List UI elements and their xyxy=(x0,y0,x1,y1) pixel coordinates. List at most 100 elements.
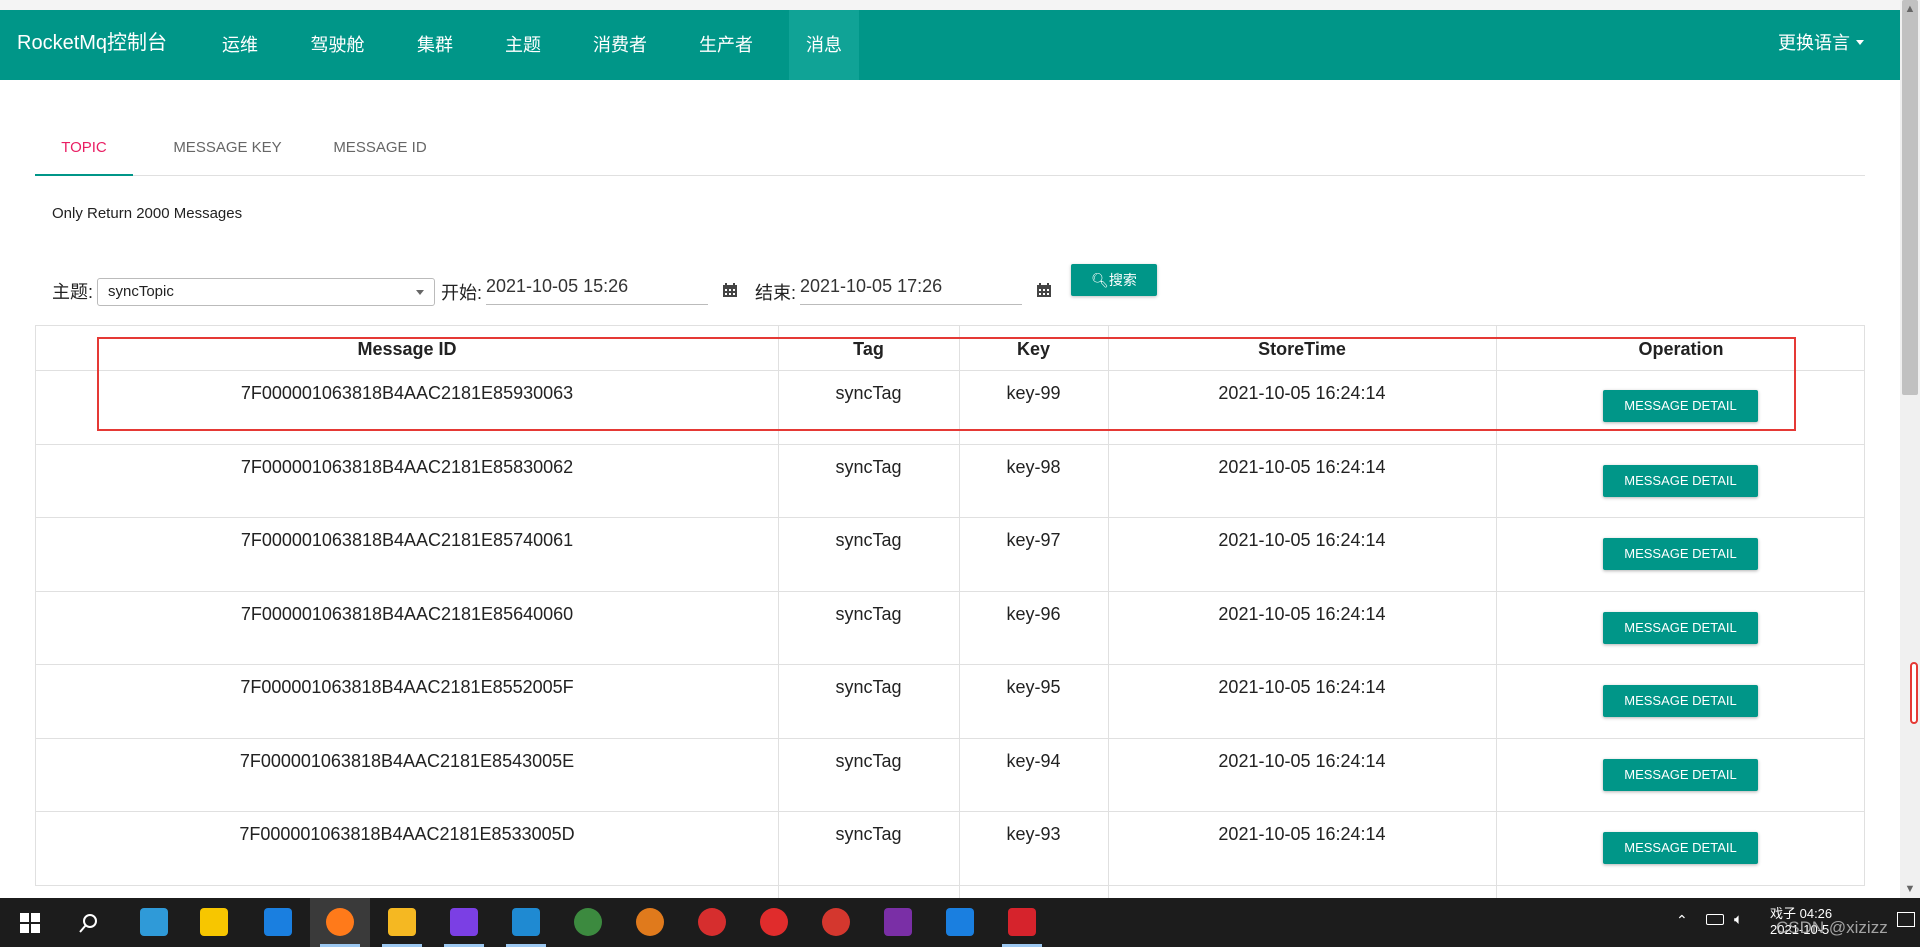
topic-select[interactable]: syncTopic xyxy=(97,278,435,306)
search-tabs: TOPIC MESSAGE KEY MESSAGE ID xyxy=(35,130,1865,176)
storetime-cell: 2021-10-05 16:24:14 xyxy=(1218,456,1386,477)
battery-icon[interactable] xyxy=(1706,914,1724,925)
message-detail-button[interactable]: MESSAGE DETAIL xyxy=(1603,685,1758,717)
storetime-cell: 2021-10-05 16:24:14 xyxy=(1218,603,1386,624)
tag-cell: syncTag xyxy=(835,824,902,844)
topic-select-value: syncTopic xyxy=(108,283,174,300)
message-detail-button[interactable]: MESSAGE DETAIL xyxy=(1603,464,1758,497)
message-detail-button[interactable]: MESSAGE DETAIL xyxy=(1603,390,1758,422)
windows-taskbar: ⌃ 🔈︎ 戏子 04:26 2021-10-5 CSDN @xizizz xyxy=(0,898,1920,947)
windows-start-icon[interactable] xyxy=(20,913,40,933)
table-row: 7F000001063818B4AAC2181E85640060 syncTag… xyxy=(36,592,1864,665)
message-id-cell: 7F000001063818B4AAC2181E8552005F xyxy=(240,677,574,697)
nav-item-consumer[interactable]: 消费者 xyxy=(580,10,660,80)
key-cell: key-95 xyxy=(1006,677,1061,697)
navbar: RocketMq控制台 运维 驾驶舱 集群 主题 消费者 生产者 消息 更换语言 xyxy=(0,10,1900,80)
notice-text: Only Return 2000 Messages xyxy=(52,205,243,222)
table-header: Message ID Tag Key StoreTime Operation xyxy=(36,326,1864,371)
message-id-cell: 7F000001063818B4AAC2181E85740061 xyxy=(240,530,574,550)
vscode-icon[interactable] xyxy=(512,908,540,936)
start-label: 开始: xyxy=(441,283,483,303)
table-row: 7F000001063818B4AAC2181E8533005D syncTag… xyxy=(36,812,1864,886)
language-dropdown[interactable]: 更换语言 xyxy=(1778,10,1864,80)
tab-topic[interactable]: TOPIC xyxy=(35,130,133,176)
tray-chevron-up-icon[interactable]: ⌃ xyxy=(1676,912,1688,929)
csdn-watermark: CSDN @xizizz xyxy=(1776,918,1888,937)
end-label: 结束: xyxy=(755,283,797,303)
start-time-input[interactable]: 2021-10-05 15:26 xyxy=(486,271,708,305)
nav-item-cluster[interactable]: 集群 xyxy=(400,10,470,80)
tab-message-key[interactable]: MESSAGE KEY xyxy=(155,130,300,176)
col-header-storetime: StoreTime xyxy=(1258,339,1346,359)
brand-logo[interactable]: RocketMq控制台 xyxy=(17,10,167,80)
file-explorer-icon[interactable] xyxy=(388,908,416,936)
message-detail-button[interactable]: MESSAGE DETAIL xyxy=(1603,758,1758,791)
volume-icon[interactable]: 🔈︎ xyxy=(1734,911,1743,928)
snail-app-icon[interactable] xyxy=(822,908,850,936)
search-icon[interactable] xyxy=(78,912,100,934)
key-cell: key-99 xyxy=(1006,383,1061,403)
wps-icon[interactable] xyxy=(1008,908,1036,936)
scrollbar-thumb[interactable] xyxy=(1902,0,1918,395)
end-time-input[interactable]: 2021-10-05 17:26 xyxy=(800,271,1022,305)
top-strip xyxy=(0,0,1900,10)
tag-cell: syncTag xyxy=(835,456,902,477)
app-icon[interactable] xyxy=(140,908,168,936)
nav-item-message[interactable]: 消息 xyxy=(789,10,859,80)
message-id-cell: 7F000001063818B4AAC2181E85640060 xyxy=(240,603,574,624)
notification-icon[interactable] xyxy=(1897,912,1915,927)
star-app-2-icon[interactable] xyxy=(946,908,974,936)
message-id-cell: 7F000001063818B4AAC2181E85930063 xyxy=(240,383,574,403)
search-button[interactable]: 🔍︎搜索 xyxy=(1071,264,1157,296)
message-detail-button[interactable]: MESSAGE DETAIL xyxy=(1603,832,1758,864)
nav-item-topic[interactable]: 主题 xyxy=(488,10,558,80)
caret-down-icon xyxy=(1856,40,1864,46)
tab-message-id[interactable]: MESSAGE ID xyxy=(315,130,445,176)
scroll-marker xyxy=(1910,662,1918,724)
browser-icon[interactable] xyxy=(574,908,602,936)
key-cell: key-97 xyxy=(1006,530,1061,550)
table-row: 7F000001063818B4AAC2181E85740061 syncTag… xyxy=(36,518,1864,592)
paw-app-icon[interactable] xyxy=(636,908,664,936)
game-app-icon[interactable] xyxy=(698,908,726,936)
chevron-down-icon xyxy=(416,290,424,295)
calendar-icon[interactable] xyxy=(722,282,738,298)
storetime-cell: 2021-10-05 16:24:14 xyxy=(1218,530,1386,550)
star-app-icon[interactable] xyxy=(264,908,292,936)
firefox-icon[interactable] xyxy=(326,908,354,936)
col-header-key: Key xyxy=(1016,339,1051,359)
tag-cell: syncTag xyxy=(835,383,902,403)
message-detail-button[interactable]: MESSAGE DETAIL xyxy=(1603,538,1758,570)
message-detail-button[interactable]: MESSAGE DETAIL xyxy=(1603,611,1758,644)
calendar-icon[interactable] xyxy=(1036,282,1052,298)
nav-item-dashboard[interactable]: 驾驶舱 xyxy=(300,10,375,80)
nav-item-ops[interactable]: 运维 xyxy=(205,10,275,80)
table-row: 7F000001063818B4AAC2181E8552005F syncTag… xyxy=(36,665,1864,739)
key-cell: key-96 xyxy=(1006,603,1061,624)
nav-item-producer[interactable]: 生产者 xyxy=(686,10,766,80)
col-header-tag: Tag xyxy=(853,339,884,359)
message-id-cell: 7F000001063818B4AAC2181E85830062 xyxy=(240,456,574,477)
netease-music-icon[interactable] xyxy=(760,908,788,936)
storetime-cell: 2021-10-05 16:24:14 xyxy=(1218,677,1386,697)
language-label: 更换语言 xyxy=(1778,33,1850,53)
storetime-cell: 2021-10-05 16:24:14 xyxy=(1218,383,1386,403)
message-id-cell: 7F000001063818B4AAC2181E8533005D xyxy=(239,824,575,844)
sticky-notes-icon[interactable] xyxy=(200,908,228,936)
search-button-label: 搜索 xyxy=(1108,272,1137,288)
topic-label: 主题: xyxy=(52,282,94,302)
col-header-operation: Operation xyxy=(1638,339,1724,359)
scroll-down-icon[interactable]: ▼ xyxy=(1903,882,1917,896)
onenote-icon[interactable] xyxy=(884,908,912,936)
key-cell: key-94 xyxy=(1006,750,1061,771)
key-cell: key-93 xyxy=(1006,824,1061,844)
message-id-cell: 7F000001063818B4AAC2181E8543005E xyxy=(239,750,575,771)
tag-cell: syncTag xyxy=(835,603,902,624)
table-row: 7F000001063818B4AAC2181E85830062 syncTag… xyxy=(36,445,1864,518)
table-row: 7F000001063818B4AAC2181E8543005E syncTag… xyxy=(36,739,1864,812)
message-table: Message ID Tag Key StoreTime Operation 7… xyxy=(35,325,1865,899)
tag-cell: syncTag xyxy=(835,530,902,550)
scroll-up-icon[interactable]: ▲ xyxy=(1903,2,1917,16)
intellij-icon[interactable] xyxy=(450,908,478,936)
storetime-cell: 2021-10-05 16:24:14 xyxy=(1218,824,1386,844)
